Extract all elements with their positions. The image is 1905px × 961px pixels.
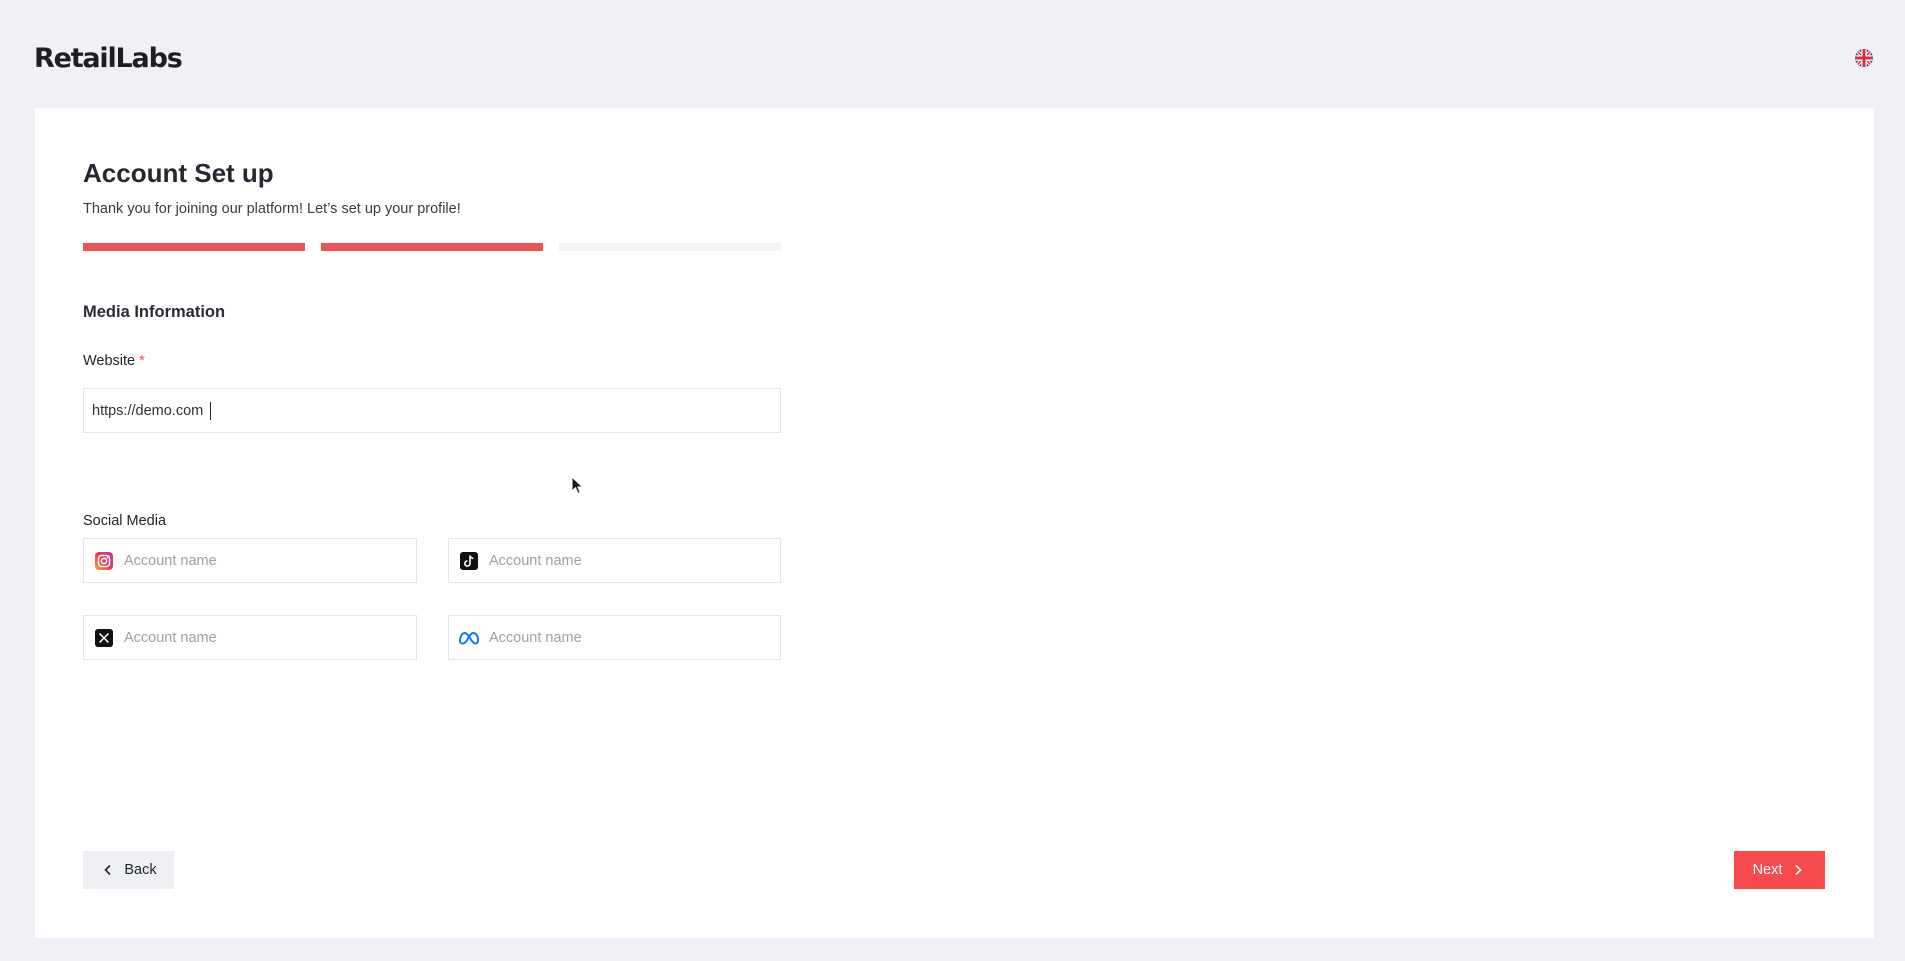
meta-field <box>448 615 781 660</box>
top-bar: RetailLabs <box>0 0 1905 108</box>
x-account-input[interactable] <box>124 616 404 659</box>
progress-step-1 <box>83 243 305 251</box>
x-twitter-icon <box>95 629 113 647</box>
next-button[interactable]: Next <box>1734 851 1825 889</box>
x-field <box>83 615 417 660</box>
page-subtitle: Thank you for joining our platform! Let’… <box>83 201 461 217</box>
progress-step-3 <box>559 243 781 251</box>
instagram-icon <box>95 552 113 570</box>
back-button-label: Back <box>124 862 157 878</box>
text-caret <box>210 402 211 420</box>
progress-steps <box>83 243 781 251</box>
tiktok-field <box>448 538 781 583</box>
instagram-field <box>83 538 417 583</box>
website-label: Website * <box>83 351 145 371</box>
website-label-text: Website <box>83 353 136 369</box>
back-button[interactable]: Back <box>83 851 174 889</box>
chevron-left-icon <box>104 864 111 876</box>
chevron-right-icon <box>1795 864 1803 876</box>
mouse-pointer-icon <box>571 475 585 496</box>
meta-icon <box>457 629 481 647</box>
page-title: Account Set up <box>83 158 274 188</box>
next-button-label: Next <box>1752 862 1783 878</box>
social-media-label: Social Media <box>83 513 167 529</box>
retaillabs-logo[interactable]: RetailLabs <box>34 44 183 74</box>
instagram-account-input[interactable] <box>124 539 404 582</box>
required-marker: * <box>139 353 145 369</box>
section-title: Media Information <box>83 303 226 321</box>
uk-flag-icon[interactable] <box>1855 49 1873 67</box>
setup-card: Account Set up Thank you for joining our… <box>35 108 1874 938</box>
progress-step-2 <box>321 243 543 251</box>
tiktok-account-input[interactable] <box>489 539 769 582</box>
tiktok-icon <box>460 552 478 570</box>
meta-account-input[interactable] <box>489 616 769 659</box>
website-field-box <box>83 388 781 433</box>
website-input[interactable] <box>92 389 772 432</box>
